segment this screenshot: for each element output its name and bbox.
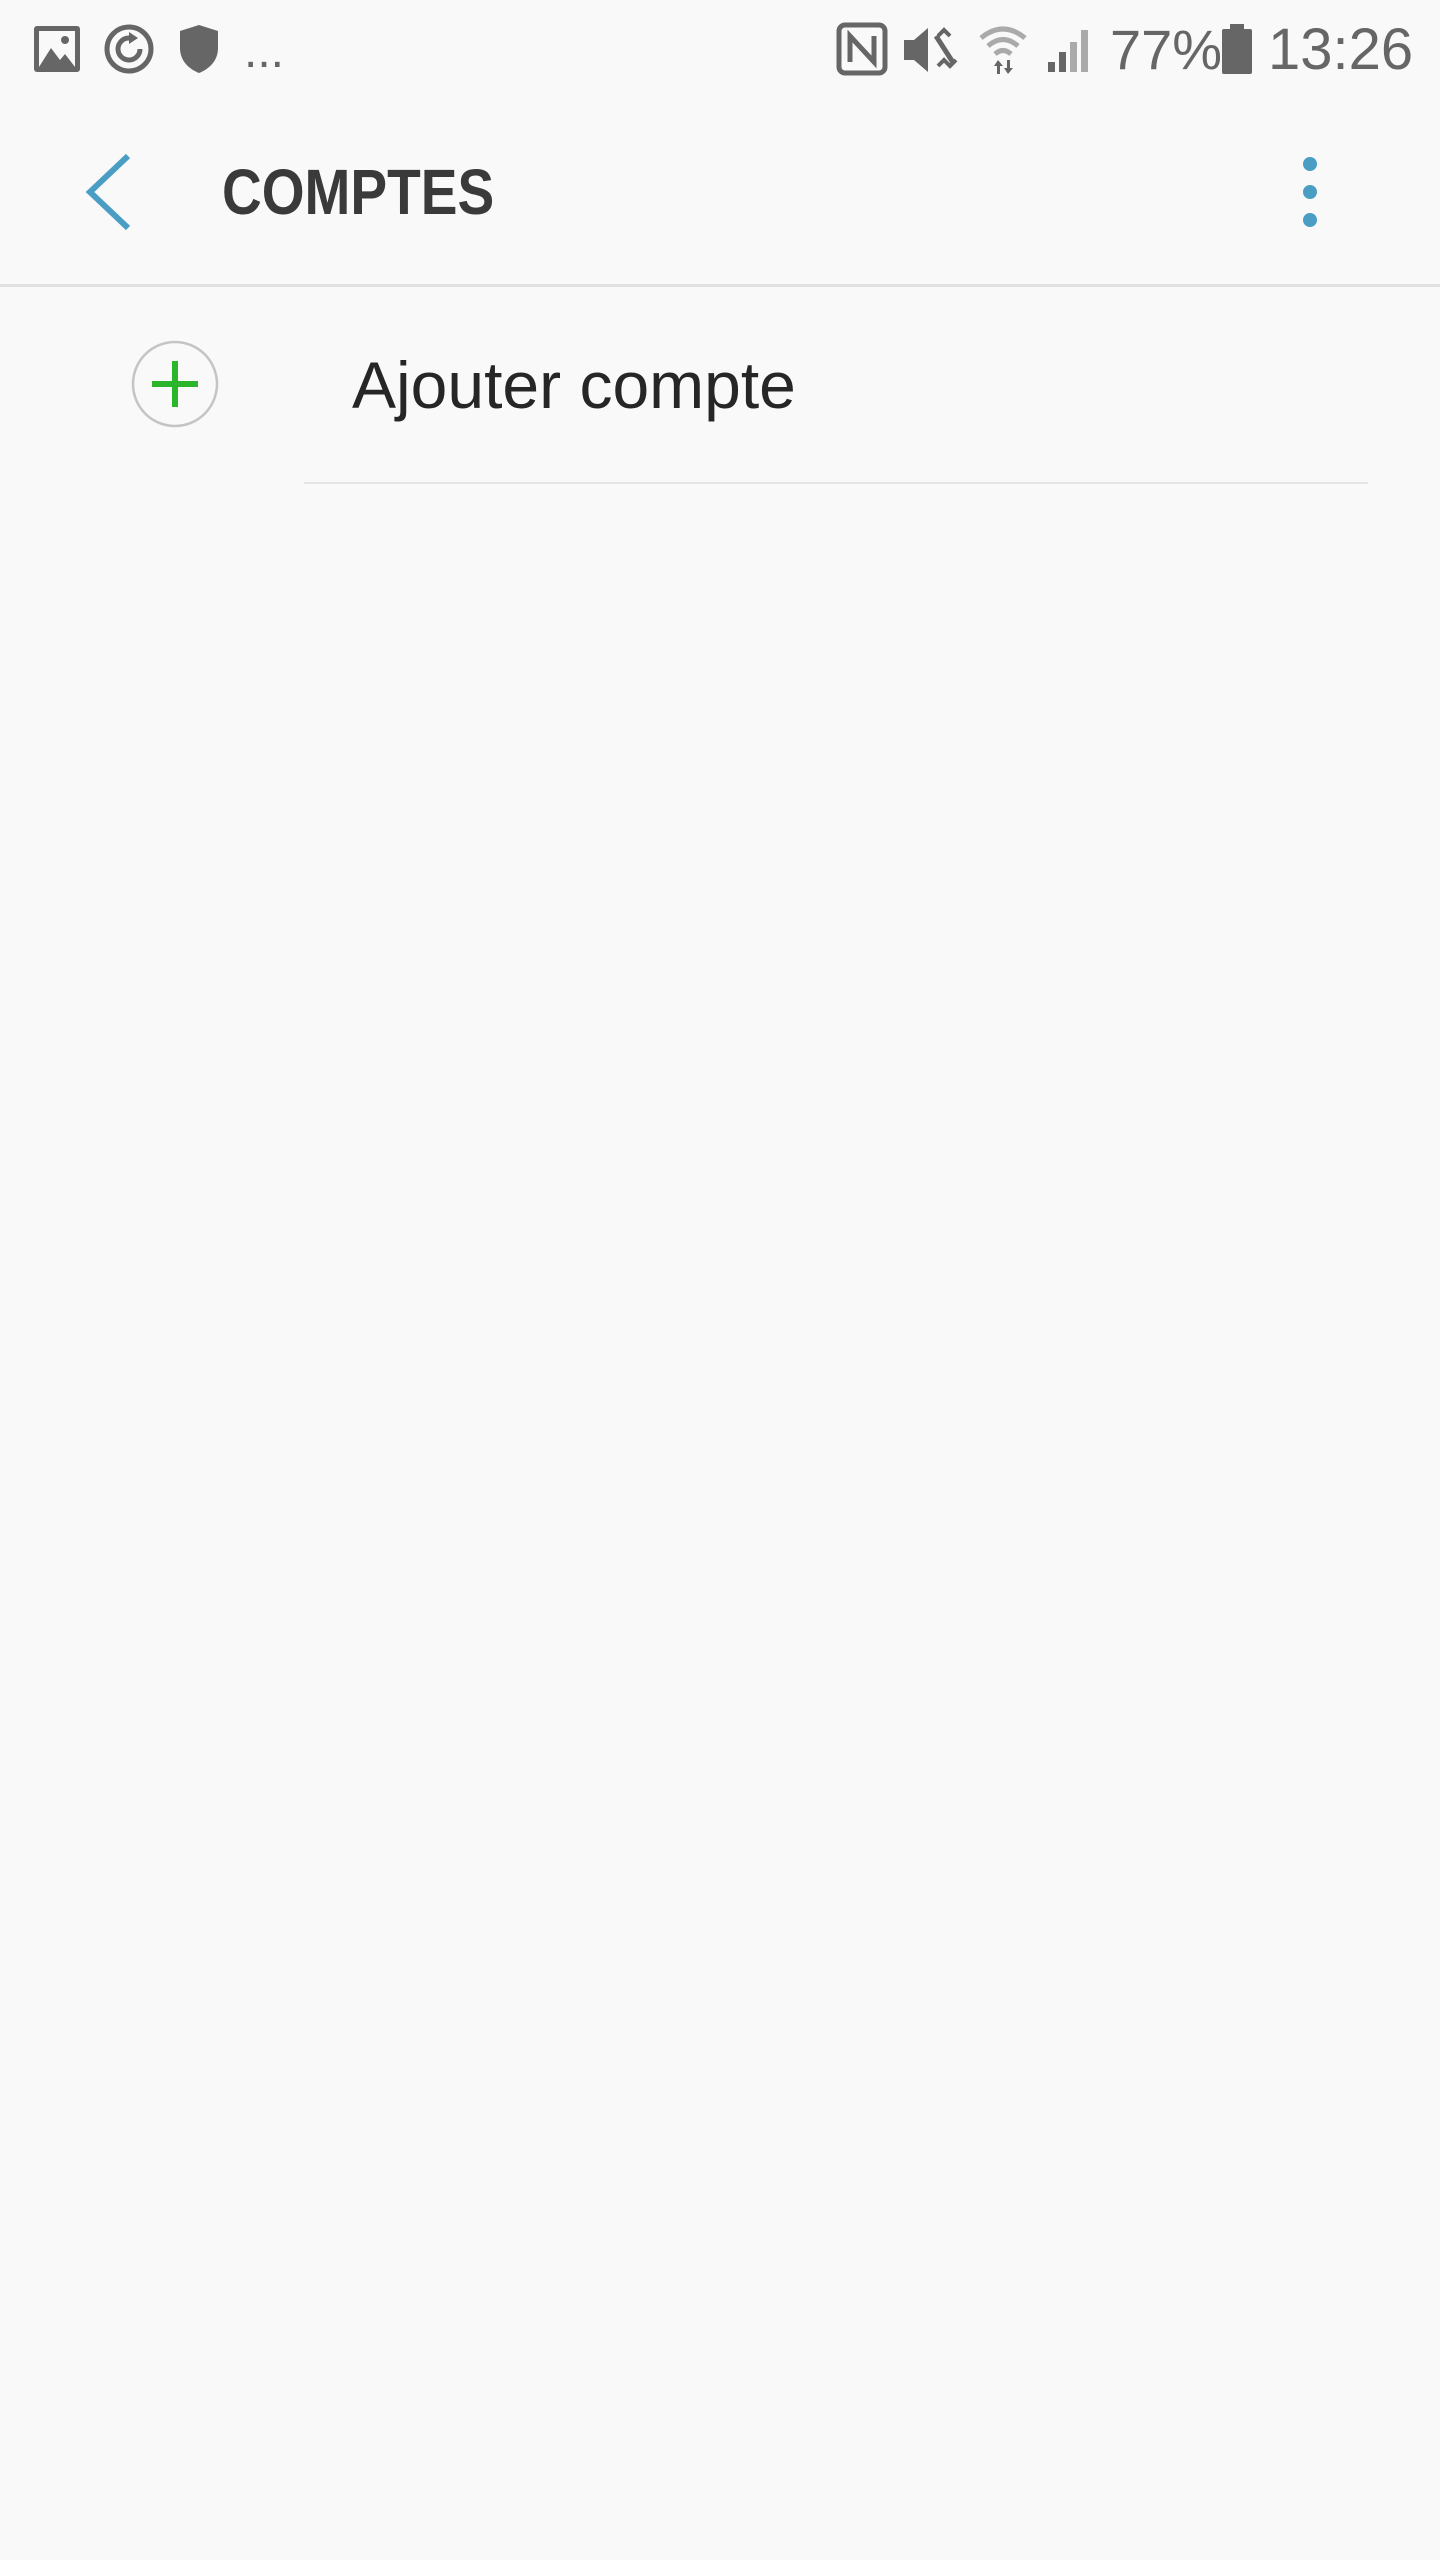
status-bar: ... 77% 13:26: [0, 0, 1440, 100]
chevron-left-icon: [85, 153, 131, 231]
vibrate-icon: [904, 27, 958, 72]
list-divider: [304, 482, 1368, 484]
wifi-icon: [979, 26, 1027, 74]
add-account-item[interactable]: Ajouter compte: [0, 287, 1440, 484]
battery-icon: [1222, 24, 1252, 74]
signal-icon: [1048, 30, 1088, 72]
add-circle-icon: [131, 340, 219, 428]
gallery-icon: [34, 26, 80, 72]
page-title: COMPTES: [222, 156, 495, 228]
accounts-screen: ... 77% 13:26 COMPTES Ajouter compte: [0, 0, 1440, 2560]
back-button[interactable]: [60, 140, 160, 244]
status-time: 13:26: [1268, 17, 1414, 82]
action-bar: COMPTES: [0, 100, 1440, 284]
more-options-button[interactable]: [1270, 150, 1350, 234]
add-account-label: Ajouter compte: [352, 348, 796, 422]
more-vertical-icon: [1303, 157, 1317, 227]
battery-percent: 77%: [1110, 18, 1223, 81]
sync-icon: [104, 24, 154, 74]
shield-icon: [180, 25, 218, 73]
notification-overflow: ...: [244, 25, 285, 78]
nfc-icon: [836, 22, 888, 76]
